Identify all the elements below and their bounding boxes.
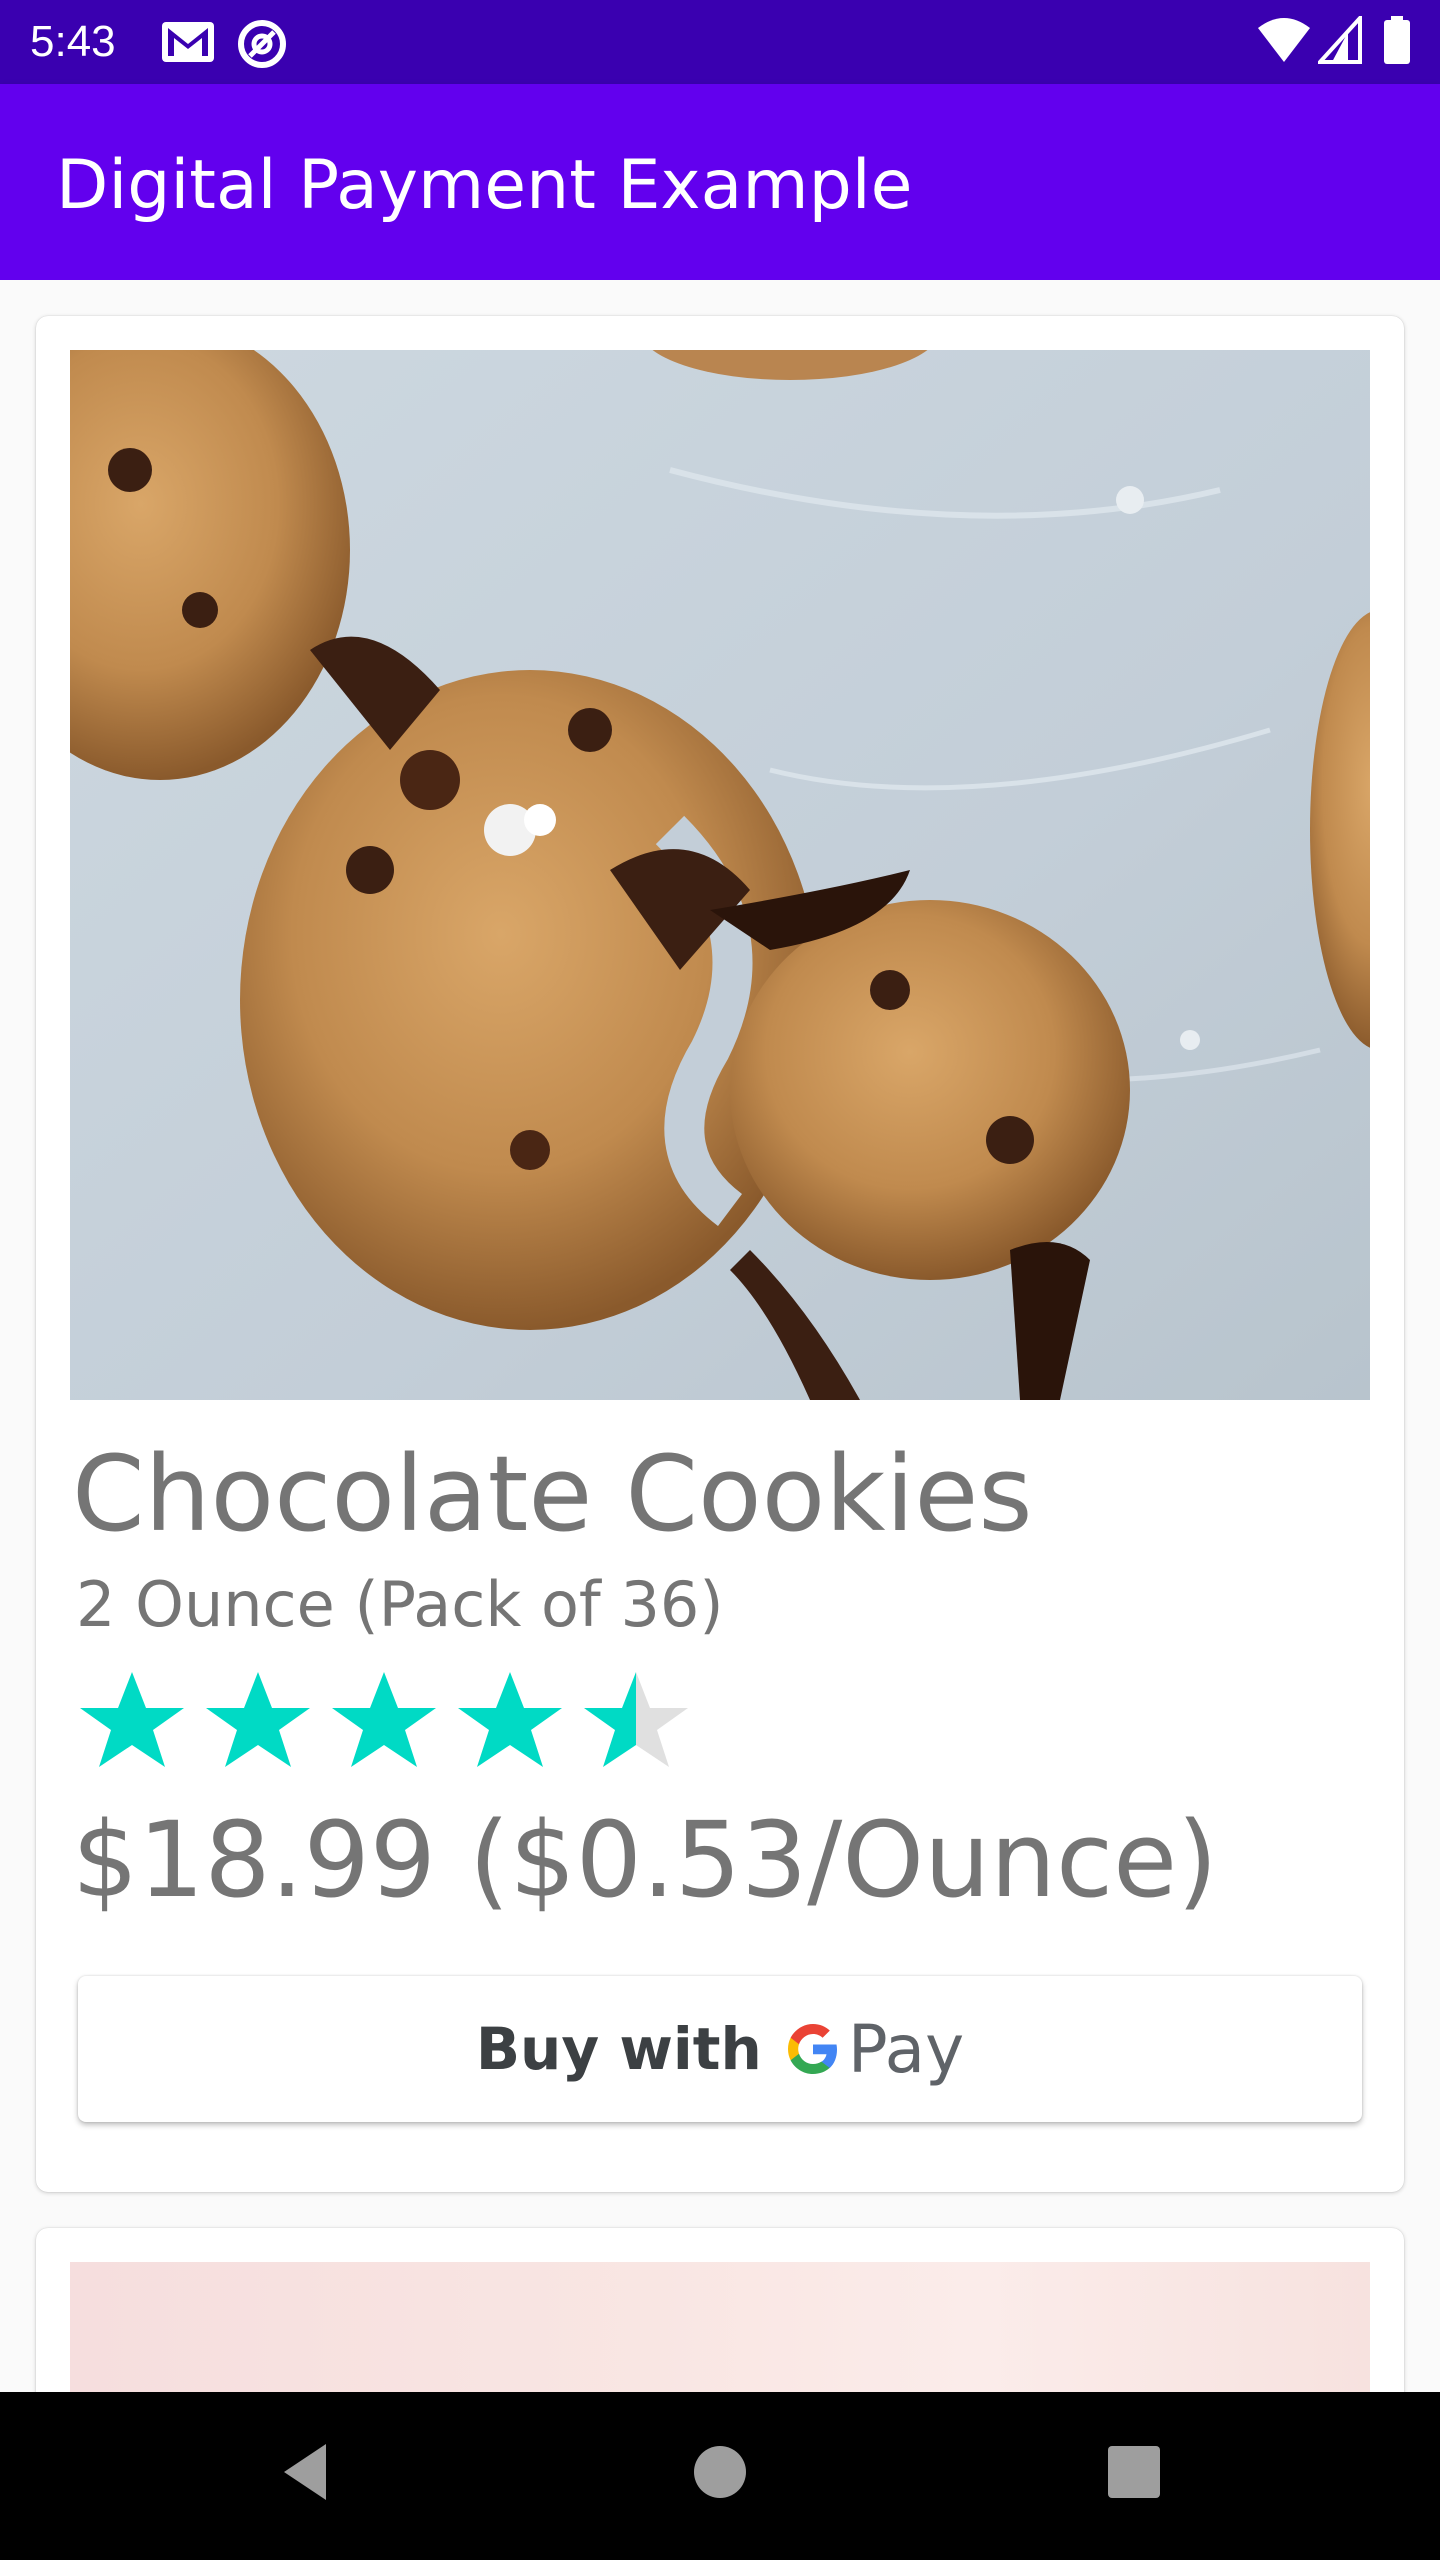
product-title: Chocolate Cookies — [72, 1433, 1033, 1555]
product-list[interactable]: Chocolate Cookies 2 Ounce (Pack of 36) $… — [0, 280, 1440, 2392]
product-card — [36, 2228, 1404, 2392]
half-star-icon — [584, 1672, 688, 1767]
wifi-icon — [1256, 16, 1312, 69]
star-icon — [206, 1672, 310, 1767]
navigation-bar — [0, 2392, 1440, 2560]
home-icon[interactable] — [680, 2432, 760, 2517]
at-sign-icon — [236, 18, 288, 75]
google-g-icon — [787, 2024, 837, 2074]
star-icon — [458, 1672, 562, 1767]
battery-icon — [1382, 16, 1412, 71]
product-image — [70, 2262, 1370, 2392]
gmail-icon — [160, 18, 216, 71]
buy-with-google-pay-button[interactable]: Buy with Pay — [78, 1976, 1362, 2122]
pay-label: Pay — [847, 2010, 965, 2088]
star-icon — [332, 1672, 436, 1767]
product-price: $18.99 ($0.53/Ounce) — [72, 1799, 1218, 1921]
recents-icon[interactable] — [1094, 2432, 1174, 2517]
signal-icon — [1315, 12, 1362, 69]
status-time: 5:43 — [30, 17, 116, 66]
star-icon — [80, 1672, 184, 1767]
rating-bar — [76, 1666, 716, 1786]
google-pay-logo: Pay — [784, 2011, 964, 2088]
app-title: Digital Payment Example — [56, 146, 913, 225]
product-card: Chocolate Cookies 2 Ounce (Pack of 36) $… — [36, 316, 1404, 2192]
product-subtitle: 2 Ounce (Pack of 36) — [76, 1568, 724, 1641]
back-icon[interactable] — [268, 2432, 348, 2517]
app-bar: Digital Payment Example — [0, 84, 1440, 280]
product-image — [70, 350, 1370, 1400]
buy-button-label: Buy with — [475, 2015, 762, 2083]
status-bar: 5:43 — [0, 0, 1440, 84]
